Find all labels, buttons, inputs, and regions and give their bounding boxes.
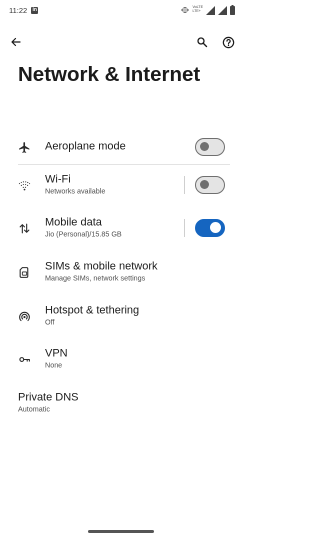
arrow-back-icon [11, 37, 21, 47]
setting-text: Aeroplane mode [45, 141, 126, 154]
setting-subtitle: Manage SIMs, network settings [45, 273, 146, 283]
back-button[interactable] [6, 32, 26, 52]
status-left: 11:22 in [9, 5, 39, 15]
setting-hotspot-tethering[interactable]: Hotspot & tethering Off [0, 296, 243, 336]
hotspot-icon [17, 309, 31, 323]
airplane-icon [17, 140, 31, 154]
mobile-data-toggle[interactable] [195, 219, 225, 237]
setting-title: VPN [45, 347, 68, 360]
signal-strength-2-icon [218, 5, 227, 15]
sim-card-icon [17, 265, 31, 279]
mobile-data-icon [17, 221, 31, 235]
setting-text: Wi-Fi Networks available [45, 174, 105, 197]
setting-subtitle: Jio (Personal)/15.85 GB [45, 229, 122, 239]
vertical-separator [184, 176, 185, 194]
setting-text: Mobile data Jio (Personal)/15.85 GB [45, 217, 122, 240]
setting-wifi[interactable]: Wi-Fi Networks available [0, 165, 243, 205]
setting-subtitle: Off [45, 317, 55, 327]
vertical-separator [184, 219, 185, 237]
setting-vpn[interactable]: VPN None [0, 339, 243, 379]
signal-strength-icon [206, 5, 215, 15]
page-title: Network & Internet [18, 63, 201, 86]
setting-text: Private DNS Automatic [18, 392, 79, 415]
volte-indicator: VoLTE LTE+ [192, 5, 203, 13]
wifi-toggle[interactable] [195, 176, 225, 194]
vibrate-icon [181, 7, 190, 13]
wifi-icon [17, 178, 31, 192]
setting-text: VPN None [45, 348, 68, 371]
setting-subtitle: Automatic [18, 404, 50, 414]
status-time: 11:22 [9, 5, 28, 15]
linkedin-notification-icon: in [31, 6, 39, 14]
setting-text: Hotspot & tethering Off [45, 305, 139, 328]
gesture-nav-handle[interactable] [88, 530, 154, 533]
help-icon [222, 36, 234, 48]
status-bar: 11:22 in VoLTE LTE+ [0, 0, 243, 20]
status-right: VoLTE LTE+ [181, 5, 235, 15]
top-app-bar [0, 30, 243, 54]
setting-aeroplane-mode[interactable]: Aeroplane mode [0, 127, 243, 167]
toggle-knob [210, 222, 221, 233]
help-button[interactable] [218, 32, 238, 52]
vpn-key-icon [17, 352, 31, 366]
setting-mobile-data[interactable]: Mobile data Jio (Personal)/15.85 GB [0, 208, 243, 248]
setting-title: Hotspot & tethering [45, 304, 140, 317]
setting-sims-mobile-network[interactable]: SIMs & mobile network Manage SIMs, netwo… [0, 252, 243, 292]
search-button[interactable] [192, 32, 212, 52]
toggle-knob [200, 180, 209, 189]
setting-title: Aeroplane mode [45, 140, 126, 153]
setting-text: SIMs & mobile network Manage SIMs, netwo… [45, 261, 157, 284]
setting-subtitle: None [45, 360, 63, 370]
search-icon [197, 37, 208, 48]
setting-title: Wi-Fi [45, 173, 71, 186]
setting-title: Private DNS [18, 391, 79, 404]
battery-icon [230, 5, 235, 15]
setting-subtitle: Networks available [45, 186, 106, 196]
setting-private-dns[interactable]: Private DNS Automatic [0, 383, 243, 423]
setting-title: SIMs & mobile network [45, 260, 158, 273]
aeroplane-mode-toggle[interactable] [195, 138, 225, 156]
setting-title: Mobile data [45, 216, 102, 229]
toggle-knob [200, 142, 209, 151]
